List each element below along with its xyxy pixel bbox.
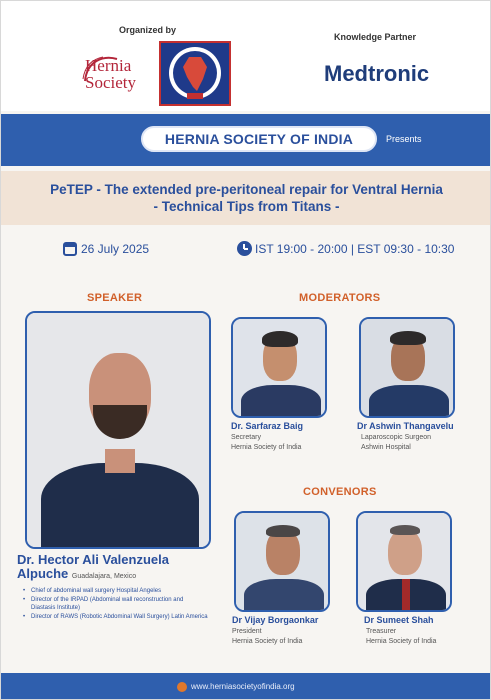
credential-item: Director of the IRPAD (Abdominal wall re… bbox=[23, 596, 209, 612]
event-title-line1: PeTEP - The extended pre-peritoneal repa… bbox=[50, 182, 443, 197]
clock-icon bbox=[237, 241, 252, 256]
convenor-1-name: Dr Vijay Borgaonkar bbox=[232, 615, 319, 625]
event-title-box: PeTEP - The extended pre-peritoneal repa… bbox=[1, 171, 490, 225]
event-title: PeTEP - The extended pre-peritoneal repa… bbox=[1, 181, 490, 215]
website-link[interactable]: www.herniasocietyofindia.org bbox=[191, 682, 295, 691]
globe-icon bbox=[177, 682, 187, 692]
speaker-photo bbox=[25, 311, 211, 549]
organized-by-label: Organized by bbox=[119, 25, 177, 35]
moderator-2-photo bbox=[359, 317, 455, 418]
credential-item: Chief of abdominal wall surgery Hospital… bbox=[23, 587, 209, 595]
convenor-1-role: President bbox=[232, 628, 262, 635]
credential-item: Director of RAWS (Robotic Abdominal Wall… bbox=[23, 613, 209, 621]
event-time: IST 19:00 - 20:00 | EST 09:30 - 10:30 bbox=[255, 242, 455, 256]
calendar-icon bbox=[63, 242, 77, 256]
convenor-1-details: President Hernia Society of India bbox=[232, 627, 302, 647]
speaker-name-line1: Dr. Hector Ali Valenzuela bbox=[17, 552, 169, 567]
convenor-1-org: Hernia Society of India bbox=[232, 638, 303, 645]
speaker-surname: Alpuche bbox=[17, 566, 69, 581]
event-poster: Organized by Knowledge Partner Hernia So… bbox=[0, 0, 491, 700]
moderators-heading: MODERATORS bbox=[299, 292, 381, 304]
speaker-name-line2: Alpuche Guadalajara, Mexico bbox=[17, 567, 169, 584]
speaker-name: Dr. Hector Ali Valenzuela Alpuche Guadal… bbox=[17, 553, 169, 584]
knowledge-partner-label: Knowledge Partner bbox=[334, 32, 417, 42]
speaker-heading: SPEAKER bbox=[87, 292, 143, 304]
footer-bar: www.herniasocietyofindia.org bbox=[1, 673, 490, 699]
moderator-1-name: Dr. Sarfaraz Baig bbox=[231, 421, 304, 431]
moderator-2-details: Laparoscopic Surgeon Ashwin Hospital bbox=[361, 433, 431, 453]
moderator-2-name: Dr Ashwin Thangavelu bbox=[357, 421, 454, 431]
convenor-1-photo bbox=[234, 511, 330, 612]
moderator-2-role: Laparoscopic Surgeon bbox=[361, 434, 432, 441]
moderator-2-org: Ashwin Hospital bbox=[361, 444, 411, 451]
moderator-1-details: Secretary Hernia Society of India bbox=[231, 433, 301, 453]
hernia-society-of-india-emblem bbox=[159, 41, 231, 106]
moderator-1-photo bbox=[231, 317, 327, 418]
speaker-location: Guadalajara, Mexico bbox=[71, 573, 137, 580]
presents-label: Presents bbox=[386, 134, 422, 144]
convenor-2-org: Hernia Society of India bbox=[366, 638, 437, 645]
event-date: 26 July 2025 bbox=[81, 242, 150, 256]
convenor-2-name: Dr Sumeet Shah bbox=[364, 615, 434, 625]
moderator-1-org: Hernia Society of India bbox=[231, 444, 302, 451]
convenors-heading: CONVENORS bbox=[303, 486, 377, 498]
sponsor-header: Organized by Knowledge Partner Hernia So… bbox=[1, 1, 490, 111]
schedule-row: 26 July 2025 IST 19:00 - 20:00 | EST 09:… bbox=[1, 234, 490, 266]
society-name-pill: HERNIA SOCIETY OF INDIA bbox=[141, 126, 377, 152]
medtronic-logo: Medtronic bbox=[324, 61, 430, 86]
convenor-2-details: Treasurer Hernia Society of India bbox=[366, 627, 436, 647]
speaker-credentials: Chief of abdominal wall surgery Hospital… bbox=[23, 587, 209, 622]
convenor-2-role: Treasurer bbox=[366, 628, 397, 635]
society-banner: HERNIA SOCIETY OF INDIA Presents bbox=[1, 114, 490, 166]
hernia-society-logo-text: Hernia Society bbox=[85, 56, 136, 92]
convenor-2-photo bbox=[356, 511, 452, 612]
moderator-1-role: Secretary bbox=[231, 434, 261, 441]
event-title-line2: - Technical Tips from Titans - bbox=[153, 199, 340, 214]
society-name: HERNIA SOCIETY OF INDIA bbox=[164, 131, 354, 147]
